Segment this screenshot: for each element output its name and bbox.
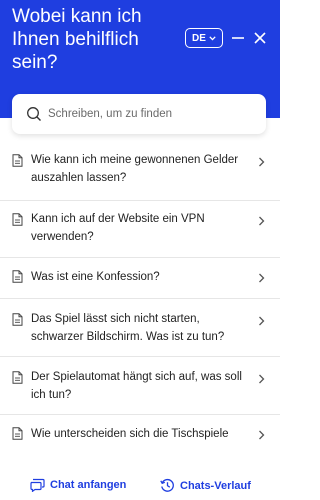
faq-item-label: Wie unterscheiden sich die Tischspiele bbox=[31, 428, 229, 440]
chevron-right-icon bbox=[259, 374, 265, 384]
faq-item-label: Was ist eine Konfession? bbox=[31, 271, 160, 283]
language-value: DE bbox=[192, 32, 206, 44]
faq-item-label: Das Spiel lässt sich nicht starten, schw… bbox=[31, 313, 225, 343]
document-icon bbox=[12, 313, 23, 326]
chevron-right-icon bbox=[259, 430, 265, 440]
close-button[interactable] bbox=[253, 30, 267, 46]
faq-item[interactable]: Das Spiel lässt sich nicht starten, schw… bbox=[0, 299, 280, 357]
chevron-right-icon bbox=[259, 216, 265, 226]
faq-item-label: Wie kann ich meine gewonnenen Gelder aus… bbox=[31, 154, 239, 184]
faq-item[interactable]: Was ist eine Konfession? bbox=[0, 258, 280, 299]
document-icon bbox=[12, 371, 23, 384]
chat-icon bbox=[30, 478, 45, 492]
page-title: Wobei kann ich Ihnen behilflich sein? bbox=[12, 6, 142, 73]
chevron-right-icon bbox=[259, 273, 265, 283]
minimize-icon bbox=[232, 37, 244, 39]
chevron-right-icon bbox=[259, 157, 265, 167]
faq-item[interactable]: Wie unterscheiden sich die Tischspiele bbox=[0, 415, 280, 455]
faq-item-label: Kann ich auf der Website ein VPN verwend… bbox=[31, 213, 205, 243]
language-select[interactable]: DE bbox=[185, 28, 223, 48]
search-icon bbox=[27, 107, 41, 121]
start-chat-button[interactable]: Chat anfangen bbox=[30, 478, 126, 492]
search-box[interactable] bbox=[12, 94, 266, 134]
faq-item[interactable]: Wie kann ich meine gewonnenen Gelder aus… bbox=[0, 146, 280, 201]
chevron-right-icon bbox=[259, 316, 265, 326]
faq-item-label: Der Spielautomat hängt sich auf, was sol… bbox=[31, 371, 242, 401]
faq-list: Wie kann ich meine gewonnenen Gelder aus… bbox=[0, 146, 280, 455]
faq-item[interactable]: Der Spielautomat hängt sich auf, was sol… bbox=[0, 357, 280, 415]
document-icon bbox=[12, 270, 23, 283]
chat-history-button[interactable]: Chats-Verlauf bbox=[160, 478, 251, 493]
footer: Chat anfangen Chats-Verlauf bbox=[0, 468, 280, 500]
document-icon bbox=[12, 154, 23, 167]
start-chat-label: Chat anfangen bbox=[50, 479, 127, 491]
chat-history-label: Chats-Verlauf bbox=[180, 479, 251, 492]
faq-item[interactable]: Kann ich auf der Website ein VPN verwend… bbox=[0, 201, 280, 258]
minimize-button[interactable] bbox=[231, 30, 245, 46]
close-icon bbox=[254, 32, 266, 44]
document-icon bbox=[12, 213, 23, 226]
history-icon bbox=[160, 478, 174, 492]
chevron-down-icon bbox=[209, 35, 216, 41]
search-input[interactable] bbox=[48, 108, 248, 120]
document-icon bbox=[12, 427, 23, 440]
